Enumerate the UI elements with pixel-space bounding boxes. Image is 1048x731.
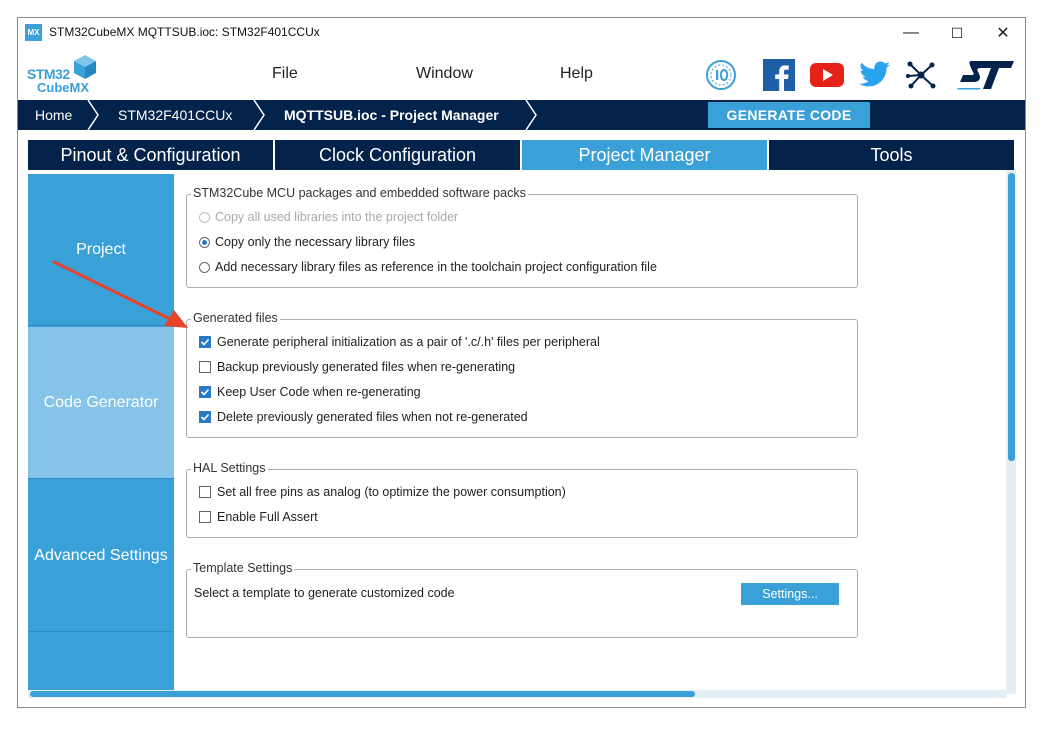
- maximize-button[interactable]: ☐: [934, 18, 980, 48]
- group-title: HAL Settings: [191, 461, 268, 475]
- tab-clock-configuration[interactable]: Clock Configuration: [275, 140, 520, 170]
- option-label: Set all free pins as analog (to optimize…: [217, 485, 566, 499]
- template-settings-button[interactable]: Settings...: [741, 583, 839, 605]
- radio-button[interactable]: [199, 261, 210, 273]
- youtube-icon[interactable]: [810, 58, 844, 92]
- tab-project-manager[interactable]: Project Manager: [522, 140, 767, 170]
- template-settings-group: Template Settings Select a template to g…: [186, 561, 858, 638]
- menu-help[interactable]: Help: [560, 65, 593, 83]
- title-bar: MX STM32CubeMX MQTTSUB.ioc: STM32F401CCU…: [18, 18, 1025, 48]
- close-icon: ✕: [996, 25, 1010, 42]
- option-label: Add necessary library files as reference…: [215, 260, 657, 274]
- sidebar-item-code-generator[interactable]: Code Generator: [28, 327, 174, 479]
- checkbox[interactable]: [199, 411, 211, 423]
- twitter-icon[interactable]: [858, 58, 892, 92]
- checkmark-icon: [200, 338, 210, 346]
- radio-copy-necessary-files[interactable]: Copy only the necessary library files: [199, 233, 415, 251]
- sidebar-item-label: Advanced Settings: [34, 546, 168, 564]
- sidebar-item-project[interactable]: Project: [28, 174, 174, 326]
- option-label: Copy only the necessary library files: [215, 235, 416, 249]
- generated-files-group: Generated files Generate peripheral init…: [186, 311, 858, 438]
- group-title: Generated files: [191, 311, 280, 325]
- network-icon[interactable]: [904, 58, 938, 92]
- anniversary-badge-icon[interactable]: [704, 58, 738, 92]
- cube-icon: [74, 55, 96, 79]
- radio-selected-dot: [202, 239, 207, 245]
- sidebar: Project Code Generator Advanced Settings: [28, 174, 174, 694]
- packages-group: STM32Cube MCU packages and embedded soft…: [186, 186, 858, 288]
- tab-pinout-configuration[interactable]: Pinout & Configuration: [28, 140, 273, 170]
- checkbox[interactable]: [199, 511, 211, 523]
- breadcrumb: Home STM32F401CCUx MQTTSUB.ioc - Project…: [18, 100, 1025, 130]
- sidebar-item-label: Project: [76, 240, 126, 258]
- checkmark-icon: [200, 388, 210, 396]
- menu-bar: STM32 CubeMX File Window Help: [18, 48, 1025, 100]
- option-label: Copy all used libraries into the project…: [215, 210, 459, 224]
- breadcrumb-device[interactable]: STM32F401CCUx: [118, 100, 232, 130]
- option-label: Backup previously generated files when r…: [217, 360, 516, 374]
- radio-button[interactable]: [199, 236, 210, 248]
- checkbox-generate-peripheral-pairs[interactable]: Generate peripheral initialization as a …: [199, 333, 600, 351]
- code-generator-panel: STM32Cube MCU packages and embedded soft…: [174, 174, 1006, 690]
- sidebar-item-advanced-settings[interactable]: Advanced Settings: [28, 480, 174, 632]
- checkbox-keep-user-code[interactable]: Keep User Code when re-generating: [199, 383, 421, 401]
- facebook-icon[interactable]: [762, 58, 796, 92]
- breadcrumb-chevron-icon: [525, 100, 537, 130]
- breadcrumb-chevron-icon: [87, 100, 99, 130]
- option-label: Keep User Code when re-generating: [217, 385, 421, 399]
- checkbox[interactable]: [199, 361, 211, 373]
- vertical-scrollbar-thumb[interactable]: [1008, 173, 1015, 461]
- checkbox[interactable]: [199, 486, 211, 498]
- app-icon: MX: [25, 24, 42, 41]
- tab-tools[interactable]: Tools: [769, 140, 1014, 170]
- app-window: MX STM32CubeMX MQTTSUB.ioc: STM32F401CCU…: [17, 17, 1026, 708]
- option-label: Generate peripheral initialization as a …: [217, 335, 600, 349]
- generate-code-button[interactable]: GENERATE CODE: [708, 102, 870, 128]
- minimize-button[interactable]: —: [888, 18, 934, 48]
- breadcrumb-project[interactable]: MQTTSUB.ioc - Project Manager: [284, 100, 499, 130]
- st-logo-icon[interactable]: [956, 58, 1016, 92]
- horizontal-scrollbar-thumb[interactable]: [30, 691, 695, 697]
- main-tabs: Pinout & Configuration Clock Configurati…: [28, 140, 1016, 170]
- option-label: Enable Full Assert: [217, 510, 318, 524]
- logo-text-cubemx: CubeMX: [37, 80, 89, 95]
- checkbox[interactable]: [199, 336, 211, 348]
- window-title: STM32CubeMX MQTTSUB.ioc: STM32F401CCUx: [49, 25, 320, 39]
- breadcrumb-home[interactable]: Home: [35, 100, 72, 130]
- checkbox-backup-generated-files[interactable]: Backup previously generated files when r…: [199, 358, 515, 376]
- checkbox[interactable]: [199, 386, 211, 398]
- group-title: Template Settings: [191, 561, 295, 575]
- checkmark-icon: [200, 413, 210, 421]
- hal-settings-group: HAL Settings Set all free pins as analog…: [186, 461, 858, 538]
- minimize-icon: —: [903, 24, 919, 41]
- checkbox-free-pins-analog[interactable]: Set all free pins as analog (to optimize…: [199, 483, 566, 501]
- checkbox-enable-full-assert[interactable]: Enable Full Assert: [199, 508, 318, 526]
- close-button[interactable]: ✕: [980, 18, 1025, 48]
- checkbox-delete-old-files[interactable]: Delete previously generated files when n…: [199, 408, 528, 426]
- group-title: STM32Cube MCU packages and embedded soft…: [191, 186, 528, 200]
- sidebar-item-label: Code Generator: [43, 393, 159, 411]
- radio-copy-all-libraries[interactable]: Copy all used libraries into the project…: [199, 208, 458, 226]
- radio-add-as-reference[interactable]: Add necessary library files as reference…: [199, 258, 657, 276]
- maximize-icon: ☐: [950, 24, 964, 41]
- template-description: Select a template to generate customized…: [194, 586, 455, 600]
- option-label: Delete previously generated files when n…: [217, 410, 528, 424]
- breadcrumb-chevron-icon: [253, 100, 265, 130]
- radio-button[interactable]: [199, 211, 210, 223]
- menu-file[interactable]: File: [272, 65, 298, 83]
- stm32cubemx-logo: STM32 CubeMX: [27, 54, 99, 96]
- menu-window[interactable]: Window: [416, 65, 473, 83]
